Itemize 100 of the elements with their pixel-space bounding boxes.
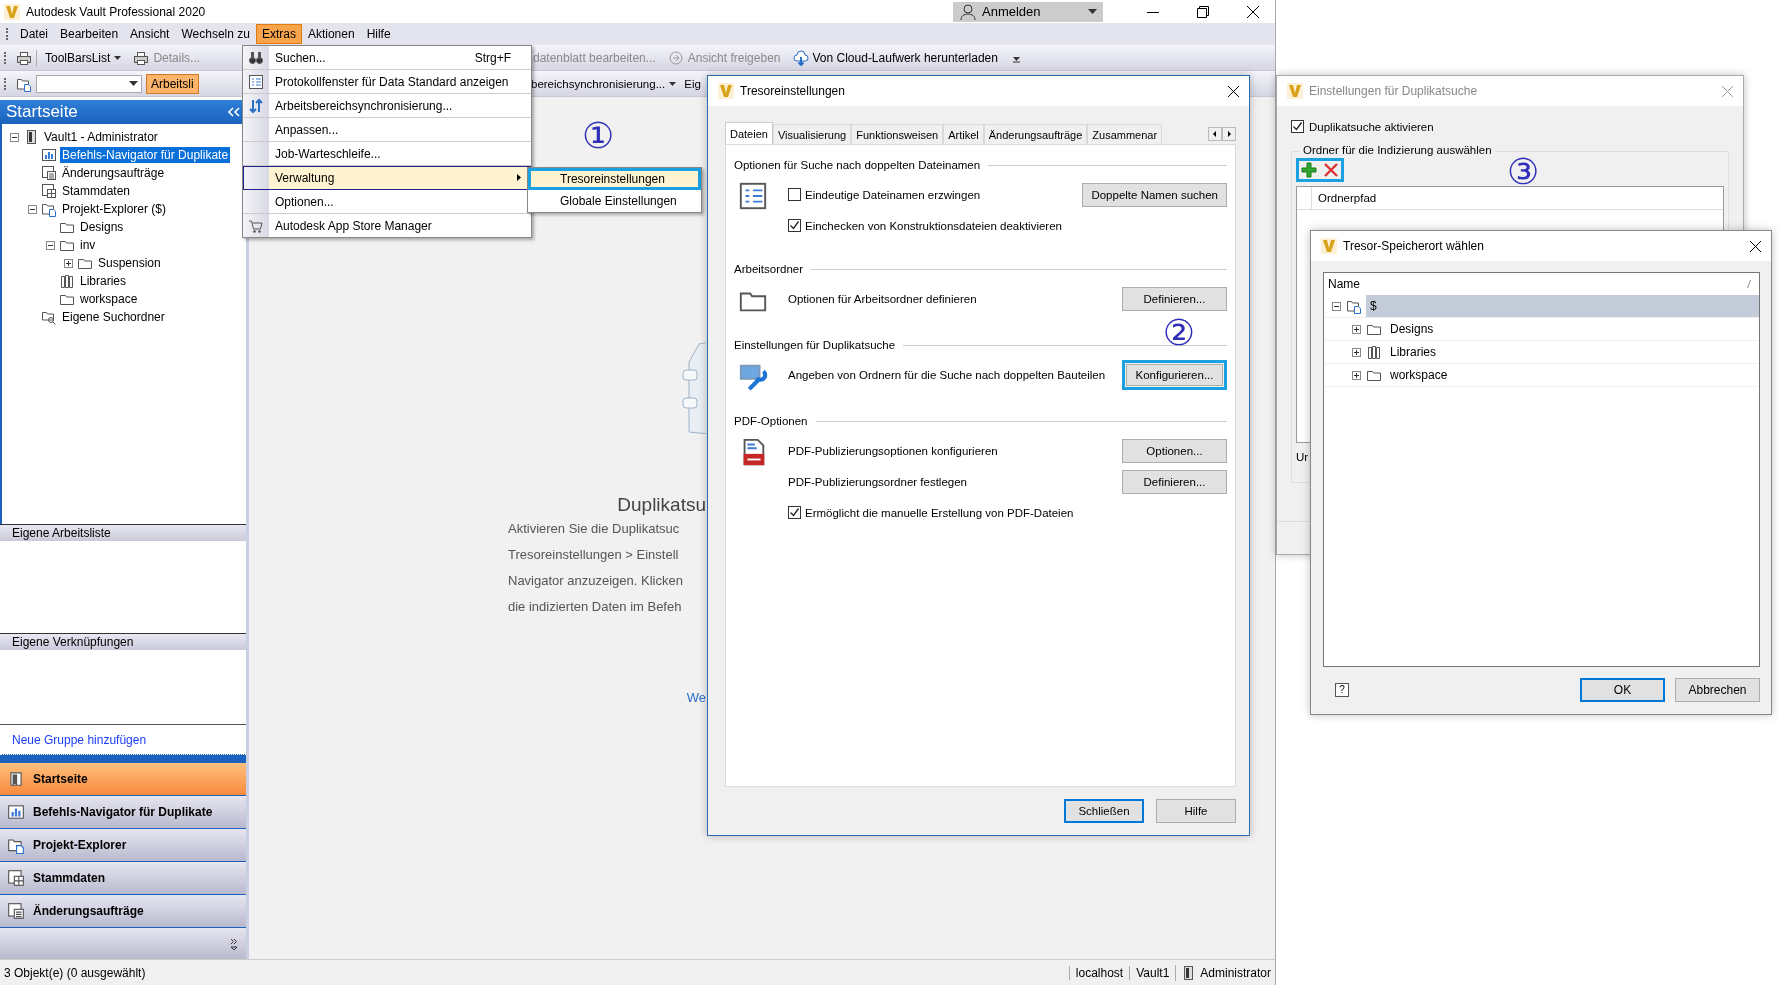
- expander-icon[interactable]: [27, 204, 37, 214]
- dialog-button[interactable]: Schließen: [1064, 799, 1144, 823]
- tab[interactable]: Dateien: [725, 122, 773, 144]
- menu-item[interactable]: Datei: [14, 24, 54, 44]
- expander-icon[interactable]: [9, 132, 19, 142]
- grid-icon: [41, 183, 57, 199]
- tab[interactable]: Funktionsweisen: [851, 124, 944, 144]
- menu-item[interactable]: Autodesk App Store Manager: [243, 214, 531, 237]
- menu-item[interactable]: Hilfe: [360, 24, 397, 44]
- tree-item[interactable]: Stammdaten: [60, 183, 133, 199]
- caret-icon: [129, 81, 138, 86]
- option-button[interactable]: Definieren...: [1122, 286, 1227, 311]
- expander-icon[interactable]: [1351, 370, 1361, 380]
- splitter-handle[interactable]: [0, 754, 246, 763]
- tree-item[interactable]: Designs: [78, 219, 126, 235]
- menu-item[interactable]: Globale Einstellungen: [528, 190, 701, 212]
- scroll-right-icon[interactable]: [1222, 127, 1236, 141]
- navigation-button[interactable]: Projekt-Explorer: [0, 829, 246, 862]
- toolbar-button[interactable]: ToolBarsList: [41, 48, 126, 67]
- expander-icon[interactable]: [1351, 324, 1361, 334]
- tree-item[interactable]: Änderungsaufträge: [60, 165, 167, 181]
- menu-item[interactable]: Ansicht: [124, 24, 176, 44]
- menu-item[interactable]: Arbeitsbereichsynchronisierung...: [243, 94, 531, 118]
- collapse-icon[interactable]: [228, 107, 240, 117]
- navigation-button[interactable]: Befehls-Navigator für Duplikate: [0, 796, 246, 829]
- add-icon[interactable]: [1301, 162, 1317, 178]
- menu-item[interactable]: Suchen... Strg+F: [243, 46, 531, 70]
- menu-item[interactable]: Anpassen...: [243, 118, 531, 142]
- dialog-button[interactable]: OK: [1580, 678, 1665, 702]
- tab[interactable]: Änderungsaufträge: [983, 124, 1088, 144]
- menu-item[interactable]: Verwaltung: [243, 166, 531, 190]
- account-button[interactable]: Anmelden: [953, 1, 1103, 22]
- option-button[interactable]: Optionen...: [1122, 438, 1227, 463]
- close-icon[interactable]: [1247, 5, 1259, 18]
- menu-item[interactable]: Wechseln zu: [175, 24, 256, 44]
- tree-item[interactable]: Vault1 - Administrator: [42, 129, 160, 145]
- expander-icon[interactable]: [45, 240, 55, 250]
- option-label: Angeben von Ordnern für die Suche nach doppelten Bauteilen: [788, 368, 1106, 381]
- tree-item[interactable]: inv: [78, 237, 98, 253]
- close-icon[interactable]: [1750, 240, 1761, 252]
- tree-item[interactable]: Projekt-Explorer ($): [60, 201, 169, 217]
- expander-icon[interactable]: [63, 258, 73, 268]
- tree-item[interactable]: workspace: [78, 291, 140, 307]
- scroll-left-icon[interactable]: [1208, 127, 1222, 141]
- toolbar-button[interactable]: Arbeitsli: [146, 73, 199, 94]
- tab[interactable]: Zusammenar: [1087, 124, 1163, 144]
- restore-icon[interactable]: [1197, 5, 1209, 18]
- chart-icon: [41, 147, 57, 163]
- navigation-button[interactable]: Änderungsaufträge: [0, 895, 246, 928]
- option-button[interactable]: Doppelte Namen suchen: [1082, 182, 1227, 207]
- status-text: 3 Objekt(e) (0 ausgewählt): [3, 965, 147, 980]
- help-button[interactable]: ?: [1335, 683, 1349, 697]
- option-button[interactable]: Definieren...: [1122, 469, 1227, 494]
- folder-document-icon: [1346, 298, 1362, 314]
- delete-icon[interactable]: [1323, 162, 1339, 178]
- tree-item[interactable]: Befehls-Navigator für Duplikate: [60, 147, 231, 163]
- option-button[interactable]: Konfigurieren...: [1122, 359, 1227, 390]
- dialog-button[interactable]: Hilfe: [1156, 799, 1236, 823]
- tree-item[interactable]: Suspension: [96, 255, 163, 271]
- checkbox-label: Duplikatsuche aktivieren: [1309, 120, 1434, 133]
- checkbox[interactable]: [1291, 120, 1304, 133]
- column-header: Name: [1328, 277, 1360, 291]
- expander-icon[interactable]: [1351, 347, 1361, 357]
- navigation-button[interactable]: Stammdaten: [0, 862, 246, 895]
- tree-item[interactable]: Libraries: [1386, 341, 1759, 363]
- chart-icon: [7, 803, 25, 821]
- tree-item[interactable]: workspace: [1386, 364, 1759, 386]
- toolbar-button[interactable]: Eig: [682, 75, 703, 92]
- tree-item[interactable]: Designs: [1386, 318, 1759, 340]
- checkbox[interactable]: [788, 219, 801, 232]
- tree-item[interactable]: Libraries: [78, 273, 129, 289]
- tree-item[interactable]: Eigene Suchordner: [60, 309, 167, 325]
- option-label: PDF-Publizierungsoptionen konfigurieren: [788, 444, 998, 457]
- checkbox-label: Eindeutige Dateinamen erzwingen: [805, 188, 981, 201]
- logo-icon: [1321, 238, 1337, 254]
- toolbar-button[interactable]: bereichsynchronisierung...: [529, 75, 679, 92]
- navigation-button[interactable]: Startseite: [0, 763, 246, 796]
- menu-item[interactable]: Protokollfenster für Data Standard anzeigen: [243, 70, 531, 94]
- close-icon[interactable]: [1228, 85, 1239, 97]
- footer-text: Ur: [1296, 451, 1310, 463]
- group-title: Ordner für die Indizierung auswählen: [1300, 144, 1495, 156]
- toolbar-button[interactable]: Von Cloud-Laufwerk herunterladen: [788, 47, 1002, 68]
- shortcut-label: Strg+F: [474, 50, 511, 65]
- welcome-link[interactable]: We: [686, 690, 706, 705]
- dialog-button[interactable]: Abbrechen: [1675, 678, 1760, 702]
- expander-icon[interactable]: [1331, 301, 1341, 311]
- menu-item[interactable]: Aktionen: [301, 24, 361, 44]
- add-group-link[interactable]: Neue Gruppe hinzufügen: [12, 732, 147, 747]
- tab[interactable]: Visualisierung: [772, 124, 852, 144]
- checkbox[interactable]: [788, 188, 801, 201]
- welcome-text: Navigator anzuzeigen. Klicken: [508, 572, 684, 590]
- dialog-title: Einstellungen für Duplikatsuche: [1309, 84, 1479, 98]
- tab[interactable]: Artikel: [943, 124, 984, 144]
- welcome-text: die indizierten Daten im Befeh: [508, 598, 683, 616]
- chevron-icon[interactable]: [230, 937, 238, 950]
- menu-item[interactable]: Bearbeiten: [54, 24, 125, 44]
- tree-item[interactable]: $: [1366, 295, 1759, 317]
- menu-item[interactable]: Tresoreinstellungen: [528, 168, 701, 190]
- menu-item[interactable]: Extras: [255, 24, 302, 44]
- checkbox[interactable]: [788, 506, 801, 519]
